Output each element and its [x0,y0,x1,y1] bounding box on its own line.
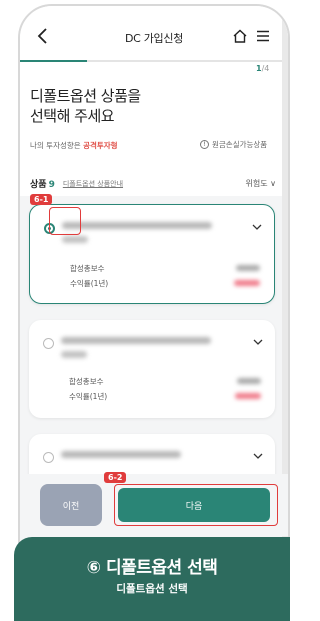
fee-label: 합성총보수 [70,264,105,273]
chevron-down-icon[interactable] [252,223,262,231]
info-icon: ! [200,140,209,149]
blurred-return-value [235,393,261,399]
fee-label: 합성총보수 [69,377,104,386]
blurred-product-name [61,337,211,344]
invest-type-prefix: 나의 투자성향은 [30,141,84,150]
product-label: 상품 [30,180,47,190]
hamburger-menu-icon[interactable] [256,29,270,43]
radio-unselected[interactable] [43,452,54,463]
chevron-down-icon[interactable] [253,338,263,346]
blurred-product-name [61,451,181,458]
loss-note-label: 원금손실가능상품 [212,140,268,149]
app-header: DC 가입신청 [20,6,288,62]
annotation-tag-6-2: 6-2 [104,472,127,483]
blurred-product-name [62,222,212,229]
annotation-tag-6-1: 6-1 [30,194,53,205]
product-count-number: 9 [48,180,55,190]
highlight-box-radio [49,207,81,235]
product-card[interactable]: 합성총보수 수익률(1년) [29,320,275,418]
step-caption: ⑥ 디폴트옵션 선택 디폴트옵션 선택 [14,537,290,621]
step-total: /4 [261,64,270,73]
invest-type-text: 나의 투자성향은 공격투자형 [30,140,118,151]
blurred-product-name-line2 [61,351,87,358]
caption-title: ⑥ 디폴트옵션 선택 [86,558,218,578]
product-count: 상품 9 [30,177,55,190]
blurred-return-value [234,280,260,286]
blurred-product-name-line2 [62,236,88,243]
product-row: 상품 9 디폴트옵션 상품안내 위험도 ∨ [30,177,276,190]
product-guide-link[interactable]: 디폴트옵션 상품안내 [63,179,123,189]
return-label: 수익률(1년) [69,392,108,401]
invest-type-value: 공격투자형 [83,141,118,150]
page-heading: 디폴트옵션 상품을 선택해 주세요 [30,87,141,125]
risk-sort-label: 위험도 [245,179,268,188]
chevron-down-icon: ∨ [270,179,276,188]
loss-note: ! 원금손실가능상품 [200,139,267,150]
chevron-down-icon[interactable] [253,452,263,460]
blurred-fee-value [237,378,261,384]
home-icon[interactable] [232,28,248,44]
highlight-box-next [114,484,278,526]
risk-sort-dropdown[interactable]: 위험도 ∨ [246,178,277,189]
blurred-fee-value [236,265,260,271]
step-indicator: 1/4 [256,64,269,73]
prev-button[interactable]: 이전 [40,484,102,526]
caption-subtitle: 디폴트옵션 선택 [116,583,188,595]
radio-unselected[interactable] [43,338,54,349]
return-label: 수익률(1년) [70,279,109,288]
